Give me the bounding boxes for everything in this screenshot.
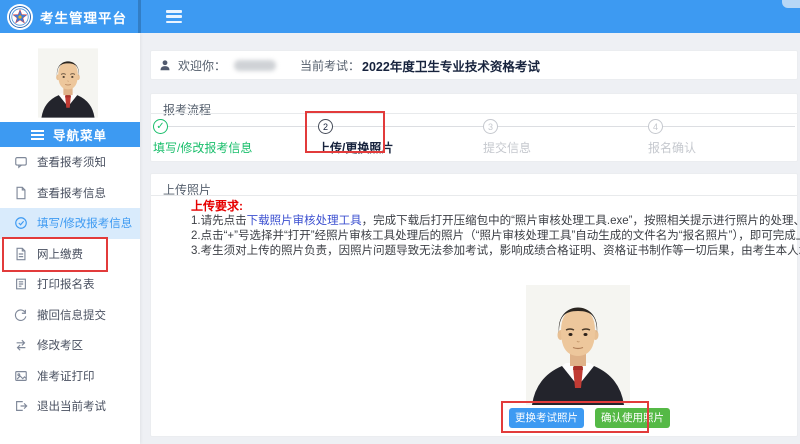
candidate-photo-sidebar <box>38 47 98 119</box>
nav-menu-title: 导航菜单 <box>53 125 107 144</box>
sidebar-item-online-payment[interactable]: 网上缴费 <box>0 239 140 270</box>
undo-icon <box>14 308 28 322</box>
document-icon <box>14 247 28 261</box>
redacted-username <box>234 60 276 71</box>
app-title: 考生管理平台 <box>40 7 127 27</box>
process-card: 报考流程 ✓ 填写/修改报考信息 2 上传/更换照片 3 提交信息 4 报名确认 <box>150 93 798 162</box>
current-exam-name: 2022年度卫生专业技术资格考试 <box>362 56 540 75</box>
user-icon <box>159 59 171 71</box>
sidebar-item-exit-current-exam[interactable]: 退出当前考试 <box>0 391 140 422</box>
brand: 考生管理平台 <box>0 0 140 33</box>
steps-connector-line <box>159 126 795 127</box>
nav-menu-header: 导航菜单 <box>0 122 140 147</box>
welcome-greeting: 欢迎你： <box>178 57 226 74</box>
step-4-number: 4 <box>648 119 663 134</box>
requirement-2: 2.点击“+”号选择并“打开”经照片审核工具处理后的照片（“照片审核处理工具”自… <box>191 227 787 243</box>
print-form-icon <box>14 277 28 291</box>
requirement-1: 1.请先点击下载照片审核处理工具，完成下载后打开压缩包中的“照片审核处理工具.e… <box>191 212 787 228</box>
app-logo-icon <box>7 4 33 30</box>
top-header: 考生管理平台 <box>0 0 800 33</box>
change-photo-button[interactable]: 更换考试照片 <box>509 408 584 428</box>
current-exam-label: 当前考试： <box>300 57 360 74</box>
chat-icon <box>14 155 28 169</box>
sidebar-item-fill-modify-info[interactable]: 填写/修改报考信息 <box>0 208 140 239</box>
sidebar: 导航菜单 查看报考须知 查看报考信息 填写/修改报考信息 网上缴费 打印报名表 … <box>0 33 140 444</box>
exit-icon <box>14 399 28 413</box>
process-card-title: 报考流程 <box>163 101 211 118</box>
divider <box>151 113 797 114</box>
header-seam <box>138 0 141 33</box>
photo-actions: 更换考试照片 确认使用照片 <box>509 408 670 428</box>
menu-toggle-icon[interactable] <box>166 10 182 23</box>
requirement-3: 3.考生须对上传的照片负责，因照片问题导致无法参加考试，影响成绩合格证明、资格证… <box>191 242 787 258</box>
step-1-check-icon: ✓ <box>153 119 168 134</box>
nav-menu-icon <box>31 130 44 140</box>
sidebar-item-print-form[interactable]: 打印报名表 <box>0 269 140 300</box>
step-3-number: 3 <box>483 119 498 134</box>
upload-photo-card: 上传照片 上传要求: 1.请先点击下载照片审核处理工具，完成下载后打开压缩包中的… <box>150 173 798 437</box>
sidebar-item-view-notice[interactable]: 查看报考须知 <box>0 147 140 178</box>
sidebar-item-view-info[interactable]: 查看报考信息 <box>0 178 140 209</box>
sidebar-item-withdraw-submission[interactable]: 撤回信息提交 <box>0 300 140 331</box>
download-tool-link[interactable]: 下载照片审核处理工具 <box>247 215 362 227</box>
swap-arrows-icon <box>14 338 28 352</box>
sidebar-menu: 查看报考须知 查看报考信息 填写/修改报考信息 网上缴费 打印报名表 撤回信息提… <box>0 147 140 422</box>
document-icon <box>14 186 28 200</box>
divider <box>151 195 797 196</box>
step-2-number: 2 <box>318 119 333 134</box>
check-circle-icon <box>14 216 28 230</box>
sidebar-item-change-exam-area[interactable]: 修改考区 <box>0 330 140 361</box>
corner-artifact <box>782 0 800 8</box>
welcome-card: 欢迎你： 当前考试： 2022年度卫生专业技术资格考试 <box>150 50 798 80</box>
candidate-photo-preview <box>526 284 630 406</box>
sidebar-item-print-admission-ticket[interactable]: 准考证打印 <box>0 361 140 392</box>
image-icon <box>14 369 28 383</box>
confirm-photo-button[interactable]: 确认使用照片 <box>595 408 670 428</box>
